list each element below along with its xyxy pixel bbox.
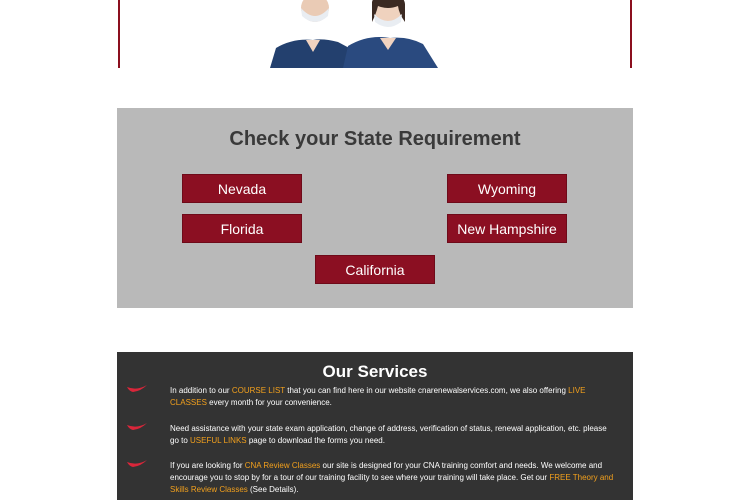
useful-links-link[interactable]: USEFUL LINKS [190, 436, 247, 445]
service-item: Need assistance with your state exam app… [170, 424, 607, 445]
hero-border-left [118, 0, 120, 68]
red-swoosh-bullet-icon [127, 423, 147, 430]
hero-banner [118, 0, 632, 68]
hero-border-right [630, 0, 632, 68]
red-swoosh-bullet-icon [127, 460, 147, 467]
service-item: If you are looking for CNA Review Classe… [170, 461, 614, 494]
state-requirement-panel: Check your State Requirement Nevada Wyom… [117, 108, 633, 308]
state-requirement-title: Check your State Requirement [229, 128, 521, 150]
red-swoosh-bullet-icon [127, 385, 147, 392]
wyoming-button[interactable]: Wyoming [447, 174, 567, 203]
cna-review-classes-link[interactable]: CNA Review Classes [245, 461, 321, 470]
nurses-photo [270, 0, 438, 68]
california-button[interactable]: California [315, 255, 435, 284]
services-title: Our Services [322, 362, 428, 381]
service-item: In addition to our COURSE LIST that you … [170, 386, 586, 407]
new-hampshire-button[interactable]: New Hampshire [447, 214, 567, 243]
our-services-section: Our Services In addition to our COURSE L… [117, 352, 633, 500]
nevada-button[interactable]: Nevada [182, 174, 302, 203]
florida-button[interactable]: Florida [182, 214, 302, 243]
course-list-link[interactable]: COURSE LIST [232, 386, 285, 395]
